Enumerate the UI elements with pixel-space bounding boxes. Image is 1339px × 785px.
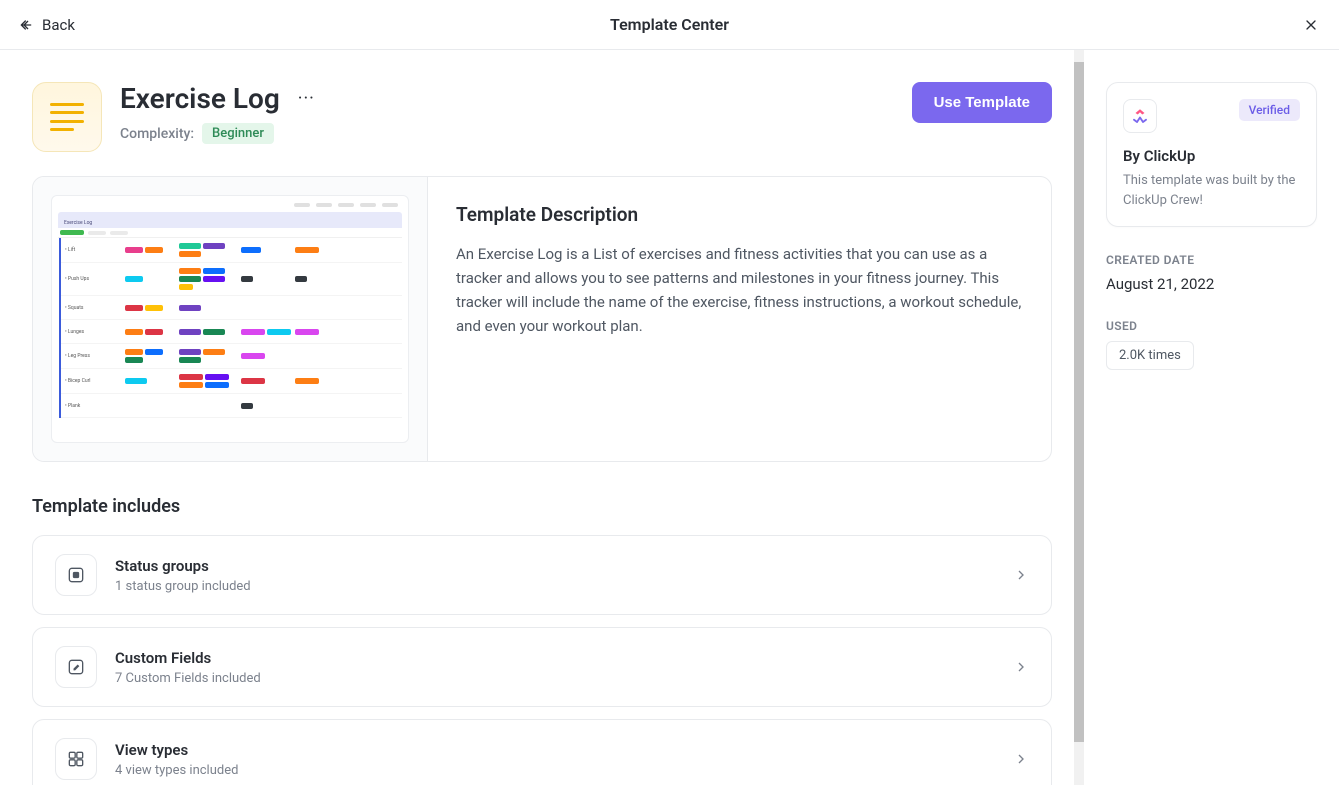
lines-icon — [50, 103, 84, 131]
close-button[interactable] — [1301, 15, 1321, 35]
status-icon — [55, 554, 97, 596]
include-subtitle: 1 status group included — [115, 579, 1013, 594]
template-preview[interactable]: Exercise Log • Lift • Push Ups — [33, 177, 428, 461]
main-column: Exercise Log ··· Complexity: Beginner Us… — [0, 50, 1084, 785]
template-icon — [32, 82, 102, 152]
grid-icon — [55, 738, 97, 780]
scrollbar-thumb[interactable] — [1074, 62, 1084, 742]
include-subtitle: 7 Custom Fields included — [115, 671, 1013, 686]
clickup-logo — [1123, 99, 1157, 133]
used-value: 2.0K times — [1106, 341, 1194, 370]
chevron-right-icon — [1013, 659, 1029, 675]
description-card: Exercise Log • Lift • Push Ups — [32, 176, 1052, 462]
close-icon — [1303, 17, 1319, 33]
complexity-badge: Beginner — [202, 123, 274, 144]
created-date-label: CREATED DATE — [1106, 253, 1317, 267]
used-label: USED — [1106, 319, 1317, 333]
include-title: Status groups — [115, 557, 1013, 575]
top-bar: Back Template Center — [0, 0, 1339, 50]
includes-heading: Template includes — [32, 496, 1052, 517]
author-name: By ClickUp — [1123, 147, 1300, 165]
include-custom-fields[interactable]: Custom Fields 7 Custom Fields included — [32, 627, 1052, 707]
scrollbar[interactable] — [1074, 50, 1084, 785]
back-button[interactable]: Back — [18, 16, 75, 34]
description-heading: Template Description — [456, 203, 1023, 226]
include-title: Custom Fields — [115, 649, 1013, 667]
clickup-icon — [1131, 107, 1149, 125]
include-title: View types — [115, 741, 1013, 759]
arrow-left-icon — [18, 17, 34, 33]
author-description: This template was built by the ClickUp C… — [1123, 171, 1300, 210]
verified-badge: Verified — [1239, 99, 1300, 121]
more-options-button[interactable]: ··· — [298, 88, 315, 109]
body: Exercise Log ··· Complexity: Beginner Us… — [0, 50, 1339, 785]
description-text: An Exercise Log is a List of exercises a… — [456, 242, 1023, 338]
template-title: Exercise Log — [120, 82, 280, 115]
back-label: Back — [42, 16, 75, 34]
author-card: Verified By ClickUp This template was bu… — [1106, 82, 1317, 227]
chevron-right-icon — [1013, 567, 1029, 583]
complexity-label: Complexity: — [120, 126, 194, 142]
template-header: Exercise Log ··· Complexity: Beginner Us… — [32, 82, 1052, 152]
sidebar: Verified By ClickUp This template was bu… — [1084, 50, 1339, 785]
created-date-value: August 21, 2022 — [1106, 275, 1317, 293]
include-subtitle: 4 view types included — [115, 763, 1013, 778]
include-view-types[interactable]: View types 4 view types included — [32, 719, 1052, 785]
chevron-right-icon — [1013, 751, 1029, 767]
edit-icon — [55, 646, 97, 688]
include-status-groups[interactable]: Status groups 1 status group included — [32, 535, 1052, 615]
page-title: Template Center — [610, 15, 729, 34]
preview-image: Exercise Log • Lift • Push Ups — [51, 195, 409, 443]
use-template-button[interactable]: Use Template — [912, 82, 1052, 123]
